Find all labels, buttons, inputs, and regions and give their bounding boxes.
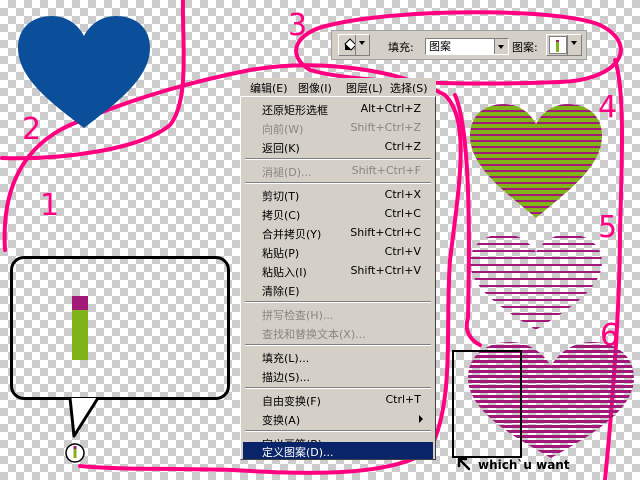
caption-text: which`u want	[478, 458, 570, 472]
chevron-down-icon[interactable]	[494, 39, 508, 54]
menu-image[interactable]: 图像(I)	[298, 80, 332, 96]
menu-layer[interactable]: 图层(L)	[346, 80, 383, 96]
pattern-picker[interactable]	[546, 34, 582, 56]
fill-label: 填充:	[388, 41, 414, 54]
chevron-down-icon[interactable]	[355, 35, 369, 55]
menu-item-paste[interactable]: 粘贴(P) Ctrl+V	[243, 242, 433, 261]
menu-item-fade[interactable]: 消褪(D)... Shift+Ctrl+F	[243, 161, 433, 180]
pattern-green-block	[72, 310, 88, 360]
arrow-up-left-icon	[457, 457, 471, 471]
fill-select[interactable]: 图案	[425, 38, 509, 55]
menu-item-step-forward[interactable]: 向前(W) Shift+Ctrl+Z	[243, 118, 433, 137]
menu-edit[interactable]: 编辑(E)	[250, 80, 288, 96]
menu-separator	[245, 387, 431, 389]
menu-item-fill[interactable]: 填充(L)...	[243, 347, 433, 366]
menu-bar: 编辑(E) 图像(I) 图层(L) 选择(S)	[240, 78, 436, 96]
fill-select-value: 图案	[429, 40, 451, 53]
annotation-number-6: 6	[600, 318, 620, 353]
selection-box	[452, 350, 522, 458]
menu-separator	[245, 430, 431, 432]
options-toolbar: 填充: 图案 图案:	[331, 30, 587, 60]
menu-item-find-replace[interactable]: 查找和替换文本(X)...	[243, 323, 433, 342]
menu-separator	[245, 344, 431, 346]
menu-item-stroke[interactable]: 描边(S)...	[243, 366, 433, 385]
callout-tail	[68, 397, 100, 438]
chevron-down-icon[interactable]	[567, 35, 581, 55]
menu-separator	[245, 182, 431, 184]
annotation-number-3: 3	[288, 8, 308, 43]
menu-item-copy-merged[interactable]: 合并拷贝(Y) Shift+Ctrl+C	[243, 223, 433, 242]
annotation-number-1: 1	[40, 188, 60, 223]
menu-item-step-backward[interactable]: 返回(K) Ctrl+Z	[243, 137, 433, 156]
submenu-arrow-icon	[419, 415, 427, 423]
menu-item-transform[interactable]: 变换(A)	[243, 409, 433, 428]
menu-separator	[245, 158, 431, 160]
menu-item-paste-into[interactable]: 粘贴入(I) Shift+Ctrl+V	[243, 261, 433, 280]
edit-menu: 还原矩形选框 Alt+Ctrl+Z 向前(W) Shift+Ctrl+Z 返回(K)…	[240, 96, 436, 460]
menu-separator	[245, 301, 431, 303]
menu-item-free-transform[interactable]: 自由变换(F) Ctrl+T	[243, 390, 433, 409]
annotation-number-5: 5	[598, 210, 618, 245]
pattern-magenta-block	[72, 296, 88, 310]
menu-item-undo[interactable]: 还原矩形选框 Alt+Ctrl+Z	[243, 99, 433, 118]
menu-select[interactable]: 选择(S)	[390, 80, 428, 96]
green-striped-heart-image	[470, 104, 602, 218]
pattern-thumbnail-icon	[65, 443, 85, 463]
menu-item-define-pattern[interactable]: 定义图案(D)...	[243, 442, 433, 459]
pattern-label: 图案:	[512, 41, 538, 54]
menu-item-clear[interactable]: 清除(E)	[243, 280, 433, 299]
annotation-number-2: 2	[22, 112, 42, 147]
menu-item-copy[interactable]: 拷贝(C) Ctrl+C	[243, 204, 433, 223]
menu-item-spell-check[interactable]: 拼写检查(H)...	[243, 304, 433, 323]
annotation-number-4: 4	[598, 90, 618, 125]
menu-item-cut[interactable]: 剪切(T) Ctrl+X	[243, 185, 433, 204]
pattern-swatch	[549, 36, 567, 54]
light-striped-heart-image	[470, 234, 602, 330]
paint-bucket-button[interactable]	[338, 34, 370, 56]
callout-bubble	[10, 256, 230, 400]
